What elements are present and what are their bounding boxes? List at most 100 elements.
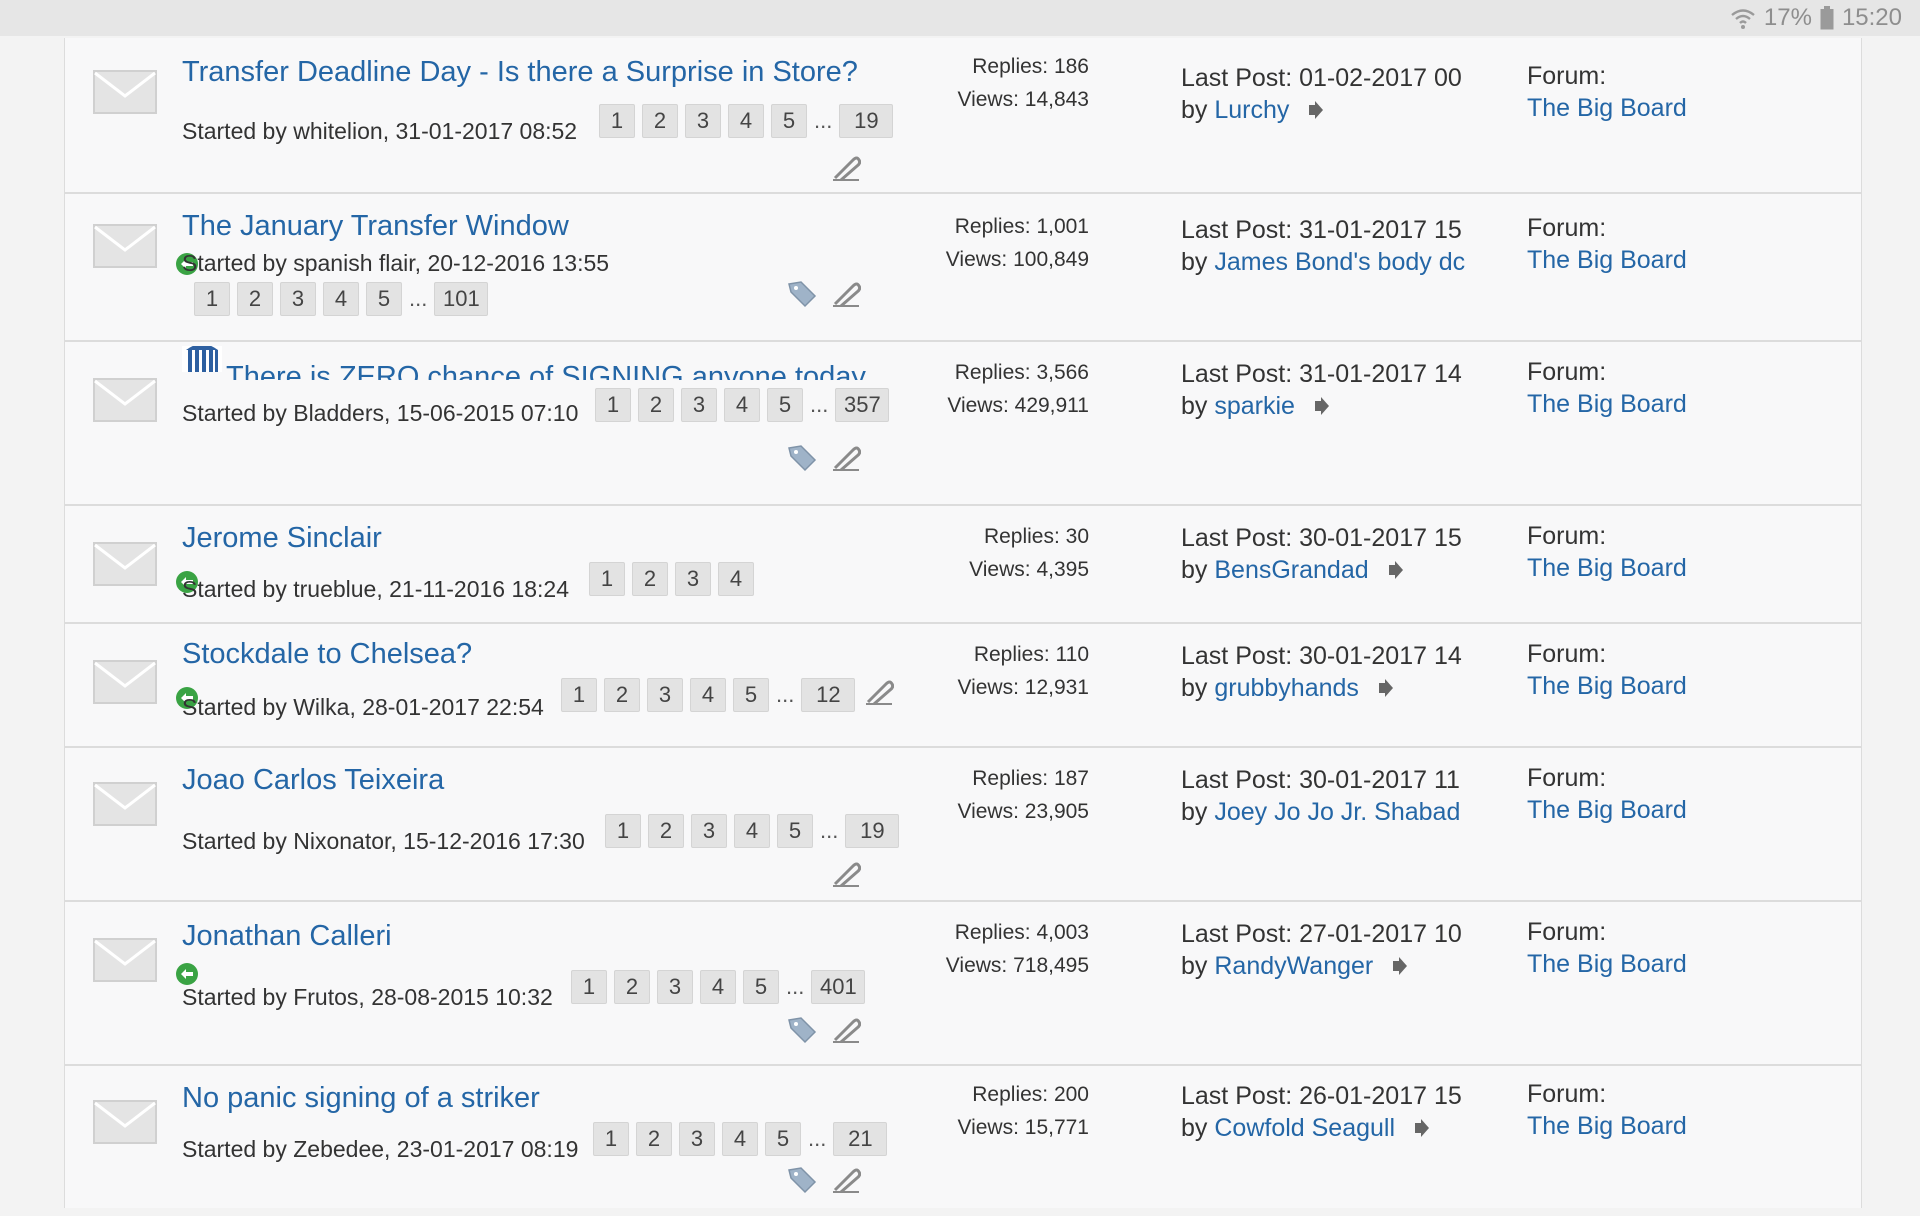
forum-link[interactable]: The Big Board	[1527, 554, 1687, 582]
go-to-last-post-icon[interactable]	[1377, 673, 1393, 705]
page-ellipsis: ...	[820, 818, 839, 843]
views-count: Views: 14,843	[957, 88, 1089, 111]
page-link[interactable]: 3	[675, 562, 711, 596]
page-link-last[interactable]: 21	[833, 1122, 888, 1156]
go-to-last-post-icon[interactable]	[1387, 555, 1403, 587]
page-link[interactable]: 2	[642, 104, 678, 138]
page-ellipsis: ...	[409, 286, 428, 311]
page-link[interactable]: 1	[593, 1122, 629, 1156]
forum-link[interactable]: The Big Board	[1527, 246, 1687, 274]
forum-link[interactable]: The Big Board	[1527, 94, 1687, 122]
go-to-last-post-icon[interactable]	[1413, 1113, 1430, 1145]
page-link-last[interactable]: 19	[845, 814, 900, 848]
thread-title-link[interactable]: Jonathan Calleri	[182, 920, 392, 953]
page-link-last[interactable]: 12	[801, 678, 856, 712]
page-link[interactable]: 4	[690, 678, 726, 712]
go-to-last-post-icon[interactable]	[1307, 95, 1324, 127]
last-poster-link[interactable]: BensGrandad	[1214, 556, 1368, 584]
forum-link[interactable]: The Big Board	[1527, 672, 1687, 700]
thread-stats: Replies: 200 Views: 15,771	[957, 1078, 1089, 1144]
page-link[interactable]: 1	[589, 562, 625, 596]
forum-label: Forum:	[1527, 62, 1607, 90]
page-link[interactable]: 2	[648, 814, 684, 848]
thread-starter: Started by Bladders, 15-06-2015 07:10	[182, 400, 579, 426]
page-link[interactable]: 5	[767, 388, 803, 422]
page-link[interactable]: 5	[733, 678, 769, 712]
page-link-last[interactable]: 19	[839, 104, 894, 138]
page-link[interactable]: 3	[647, 678, 683, 712]
new-posts-arrow-icon[interactable]	[175, 962, 199, 986]
thread-title-link[interactable]: There is ZERO chance of SIGNING anyone t…	[226, 361, 866, 380]
page-link[interactable]: 2	[614, 970, 650, 1004]
page-link[interactable]: 4	[722, 1122, 758, 1156]
page-link[interactable]: 3	[681, 388, 717, 422]
thread-row[interactable]: No panic signing of a striker Started by…	[65, 1066, 1861, 1216]
thread-row[interactable]: Stockdale to Chelsea? Started by Wilka, …	[65, 624, 1861, 748]
forum-link[interactable]: The Big Board	[1527, 1112, 1687, 1140]
thread-row[interactable]: Jonathan Calleri Started by Frutos, 28-0…	[65, 902, 1861, 1066]
thread-title-link[interactable]: Transfer Deadline Day - Is there a Surpr…	[182, 56, 858, 89]
last-poster-link[interactable]: RandyWanger	[1214, 952, 1373, 980]
last-poster-link[interactable]: James Bond's body dc	[1214, 248, 1465, 276]
page-link[interactable]: 3	[691, 814, 727, 848]
go-to-last-post-icon[interactable]	[1391, 951, 1408, 983]
views-count: Views: 718,495	[945, 954, 1089, 977]
last-poster-link[interactable]: Cowfold Seagull	[1214, 1114, 1395, 1142]
thread-row[interactable]: The January Transfer Window Started by s…	[65, 194, 1861, 342]
page-link[interactable]: 1	[571, 970, 607, 1004]
last-poster-link[interactable]: grubbyhands	[1214, 674, 1359, 702]
page-link[interactable]: 4	[734, 814, 770, 848]
tag-icon	[787, 444, 817, 472]
forum-link[interactable]: The Big Board	[1527, 950, 1687, 978]
page-link-last[interactable]: 101	[434, 282, 489, 316]
last-poster-link[interactable]: Lurchy	[1214, 96, 1289, 124]
page-link[interactable]: 4	[700, 970, 736, 1004]
page-link[interactable]: 5	[765, 1122, 801, 1156]
go-to-last-post-icon[interactable]	[1313, 391, 1329, 423]
page-link[interactable]: 4	[724, 388, 760, 422]
page-link[interactable]: 1	[599, 104, 635, 138]
page-link[interactable]: 1	[561, 678, 597, 712]
page-link[interactable]: 4	[718, 562, 754, 596]
page-link[interactable]: 2	[237, 282, 273, 316]
page-links: 1 2 3 4	[589, 562, 754, 596]
page-link[interactable]: 3	[679, 1122, 715, 1156]
last-poster-link[interactable]: Joey Jo Jo Jr. Shabad	[1214, 798, 1460, 826]
page-link[interactable]: 3	[685, 104, 721, 138]
thread-icons	[787, 280, 861, 308]
thread-title-link[interactable]: No panic signing of a striker	[182, 1082, 540, 1115]
page-link[interactable]: 1	[605, 814, 641, 848]
page-link[interactable]: 2	[632, 562, 668, 596]
last-post-info: Last Post: 27-01-2017 10 by RandyWanger	[1181, 918, 1529, 983]
thread-row[interactable]: Transfer Deadline Day - Is there a Surpr…	[65, 38, 1861, 194]
page-link[interactable]: 1	[595, 388, 631, 422]
thread-row[interactable]: There is ZERO chance of SIGNING anyone t…	[65, 342, 1861, 506]
thread-title-link[interactable]: Jerome Sinclair	[182, 522, 382, 555]
page-link[interactable]: 2	[636, 1122, 672, 1156]
thread-title-link[interactable]: The January Transfer Window	[182, 210, 569, 243]
page-link[interactable]: 4	[728, 104, 764, 138]
last-post-info: Last Post: 30-01-2017 14 by grubbyhands	[1181, 640, 1529, 705]
page-link[interactable]: 2	[638, 388, 674, 422]
thread-row[interactable]: Jerome Sinclair Started by trueblue, 21-…	[65, 506, 1861, 624]
last-post-info: Last Post: 01-02-2017 00 by Lurchy	[1181, 62, 1529, 127]
page-link[interactable]: 3	[280, 282, 316, 316]
forum-link[interactable]: The Big Board	[1527, 796, 1687, 824]
page-link[interactable]: 1	[194, 282, 230, 316]
page-link[interactable]: 3	[657, 970, 693, 1004]
last-post-date: Last Post: 31-01-2017 15	[1181, 216, 1462, 244]
page-link[interactable]: 5	[366, 282, 402, 316]
thread-title-link[interactable]: Joao Carlos Teixeira	[182, 764, 444, 797]
thread-title-link[interactable]: Stockdale to Chelsea?	[182, 638, 472, 671]
page-link[interactable]: 5	[771, 104, 807, 138]
page-link-last[interactable]: 357	[835, 388, 890, 422]
thread-row[interactable]: Joao Carlos Teixeira Started by Nixonato…	[65, 748, 1861, 902]
forum-link[interactable]: The Big Board	[1527, 390, 1687, 418]
page-link-last[interactable]: 401	[811, 970, 866, 1004]
page-links: 1 2 3 4 5 ... 12	[561, 678, 895, 712]
last-poster-link[interactable]: sparkie	[1214, 392, 1295, 420]
page-link[interactable]: 5	[743, 970, 779, 1004]
page-link[interactable]: 2	[604, 678, 640, 712]
page-link[interactable]: 5	[777, 814, 813, 848]
page-link[interactable]: 4	[323, 282, 359, 316]
